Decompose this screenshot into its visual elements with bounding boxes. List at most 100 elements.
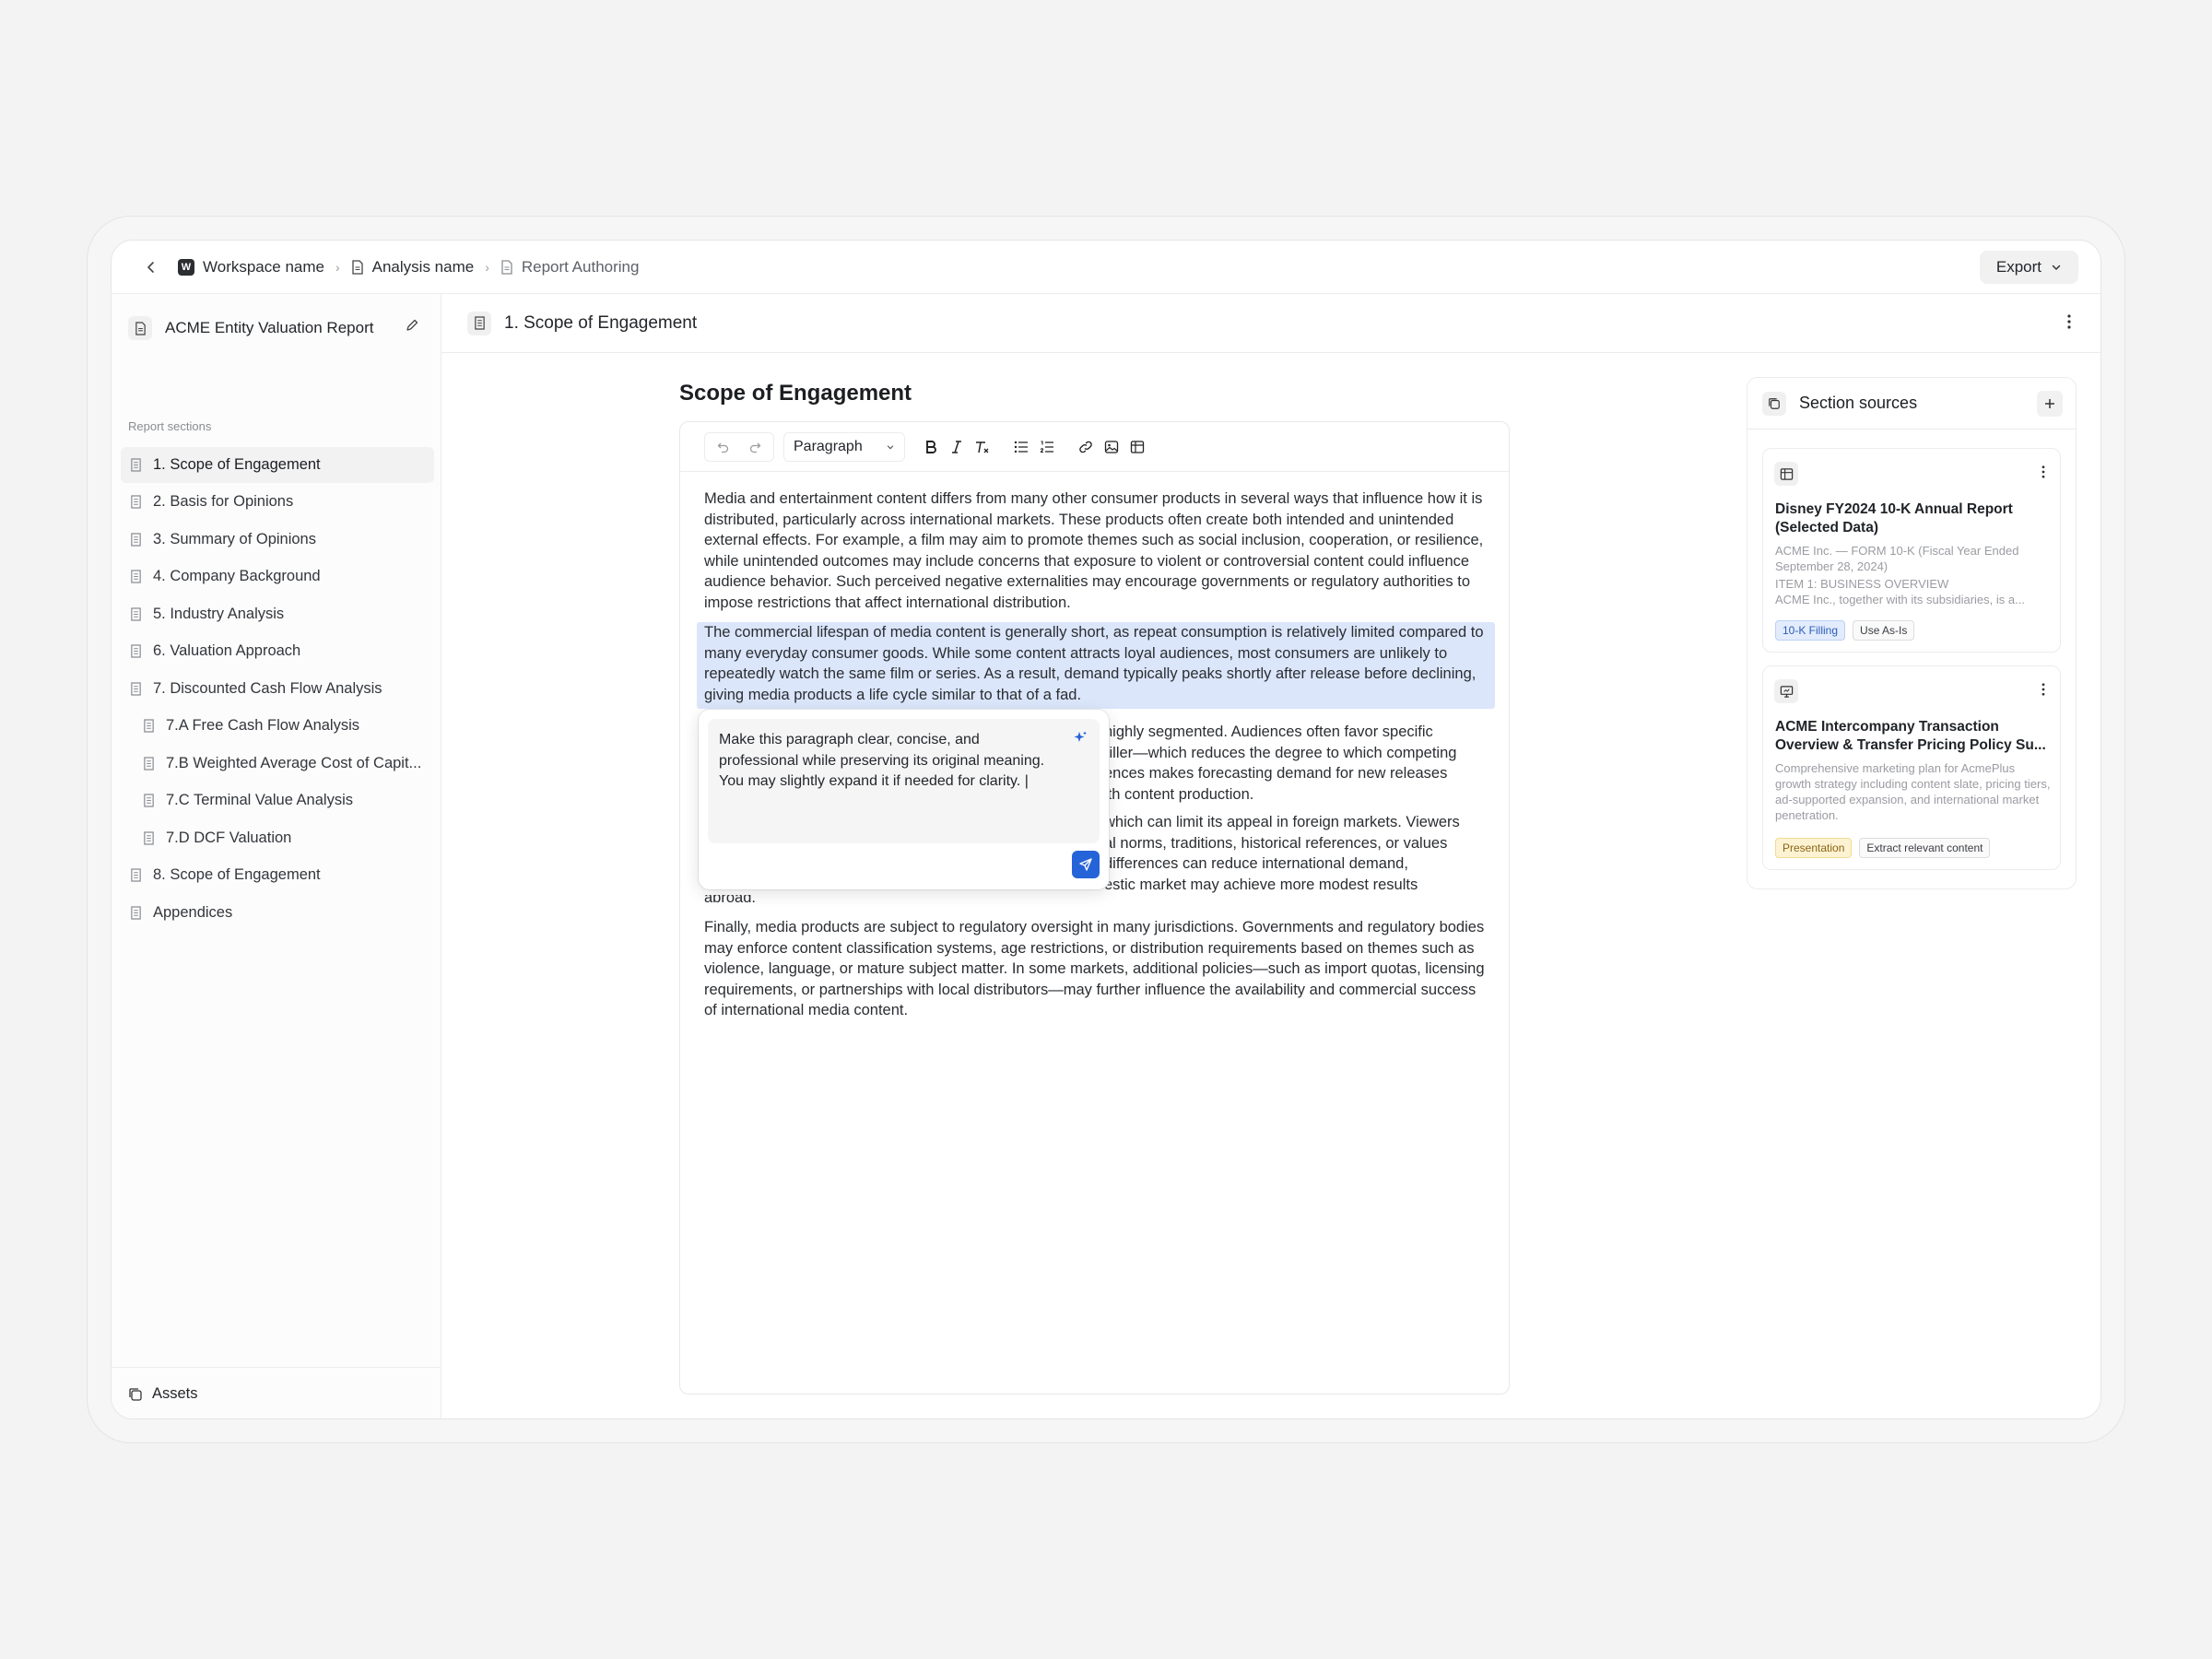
section-doc-icon xyxy=(130,533,142,547)
sidebar-item-label: 6. Valuation Approach xyxy=(153,642,301,660)
sidebar-item[interactable]: 7.A Free Cash Flow Analysis xyxy=(121,709,434,745)
sidebar-item-label: 7.C Terminal Value Analysis xyxy=(166,792,353,809)
sidebar-item[interactable]: 7.D DCF Valuation xyxy=(121,820,434,856)
sparkle-icon xyxy=(1072,730,1088,754)
sidebar-item-label: 7.A Free Cash Flow Analysis xyxy=(166,717,360,735)
paragraph-fragment: ith content production. xyxy=(1104,785,1254,803)
undo-icon xyxy=(717,442,729,453)
bold-button[interactable] xyxy=(918,434,944,460)
sidebar-item[interactable]: 6. Valuation Approach xyxy=(121,634,434,670)
app-window: W Workspace name › Analysis name › Repor… xyxy=(111,240,2101,1419)
export-button[interactable]: Export xyxy=(1979,251,2078,284)
paragraph-fragment: differences can reduce international dem… xyxy=(1104,855,1408,872)
table-icon xyxy=(1130,440,1145,453)
pencil-icon xyxy=(406,319,418,331)
chevron-down-icon xyxy=(887,444,894,449)
breadcrumb-analysis[interactable]: Analysis name xyxy=(372,258,475,276)
sidebar-item[interactable]: 3. Summary of Opinions xyxy=(121,522,434,558)
send-button[interactable] xyxy=(1072,851,1100,878)
source-tags: 10-K Filling Use As-Is xyxy=(1775,620,1915,641)
paragraph-fragment: estic market may achieve more modest res… xyxy=(1104,876,1418,893)
sidebar-item[interactable]: 2. Basis for Opinions xyxy=(121,485,434,521)
document-icon xyxy=(351,260,363,275)
undo-button[interactable] xyxy=(711,434,736,460)
sidebar-item[interactable]: 1. Scope of Engagement xyxy=(121,447,434,483)
section-sources-panel: Section sources Disney FY2024 10-K Annua… xyxy=(1747,377,2077,889)
image-icon xyxy=(1104,440,1119,453)
edit-title-button[interactable] xyxy=(405,318,419,337)
sidebar-item-label: 1. Scope of Engagement xyxy=(153,455,321,473)
sidebar-item[interactable]: 5. Industry Analysis xyxy=(121,596,434,632)
history-group xyxy=(704,431,774,462)
source-tags: Presentation Extract relevant content xyxy=(1775,838,1991,858)
table-button[interactable] xyxy=(1124,434,1150,460)
sidebar-item-label: 5. Industry Analysis xyxy=(153,605,285,622)
section-doc-icon xyxy=(130,570,142,583)
source-desc: ITEM 1: BUSINESS OVERVIEW xyxy=(1775,577,1949,591)
bold-icon xyxy=(926,440,936,453)
numbered-list-icon xyxy=(1040,440,1053,453)
italic-icon xyxy=(952,440,961,453)
section-doc-icon xyxy=(130,495,142,509)
workspace-badge-icon: W xyxy=(178,259,194,276)
clear-format-icon xyxy=(976,441,989,453)
document-icon xyxy=(501,260,512,275)
bullet-list-button[interactable] xyxy=(1008,434,1034,460)
paragraph[interactable]: Finally, media products are subject to r… xyxy=(704,917,1488,1021)
tag[interactable]: Use As-Is xyxy=(1853,620,1915,641)
add-source-button[interactable] xyxy=(2037,391,2063,417)
more-options-button[interactable] xyxy=(2067,314,2071,334)
sources-header: Section sources xyxy=(1747,378,2076,429)
sidebar-item[interactable]: 7. Discounted Cash Flow Analysis xyxy=(121,671,434,707)
report-icon xyxy=(128,316,152,340)
section-icon xyxy=(467,311,491,335)
back-button[interactable] xyxy=(139,255,163,279)
sidebar-item-label: 3. Summary of Opinions xyxy=(153,530,316,547)
ai-prompt-input[interactable]: Make this paragraph clear, concise, and … xyxy=(708,719,1100,843)
source-card[interactable]: ACME Intercompany Transaction Overview &… xyxy=(1762,665,2061,870)
sidebar-item-label: 4. Company Background xyxy=(153,568,321,585)
assets-icon xyxy=(128,1387,143,1402)
tag: Presentation xyxy=(1775,838,1853,858)
sidebar-item[interactable]: Appendices xyxy=(121,895,434,931)
selected-paragraph[interactable]: The commercial lifespan of media content… xyxy=(697,622,1495,709)
top-bar: W Workspace name › Analysis name › Repor… xyxy=(112,241,2100,294)
rich-text-editor[interactable]: Paragraph Media and entertainment conten… xyxy=(679,421,1510,1394)
sidebar-item-label: Appendices xyxy=(153,903,233,921)
redo-button[interactable] xyxy=(742,434,768,460)
card-options-button[interactable] xyxy=(2041,683,2045,700)
paragraph[interactable]: Media and entertainment content differs … xyxy=(704,488,1488,613)
ai-prompt-text: Make this paragraph clear, concise, and … xyxy=(719,732,1045,789)
sidebar-item-label: 7.B Weighted Average Cost of Capit... xyxy=(166,754,422,771)
chevron-right-icon: › xyxy=(335,260,340,275)
sidebar-item-label: 8. Scope of Engagement xyxy=(153,866,321,884)
image-button[interactable] xyxy=(1099,434,1124,460)
editor-toolbar: Paragraph xyxy=(680,422,1509,472)
tag[interactable]: Extract relevant content xyxy=(1859,838,1991,858)
sidebar-item[interactable]: 7.B Weighted Average Cost of Capit... xyxy=(121,746,434,782)
paragraph-fragment: riller—which reduces the degree to which… xyxy=(1104,744,1457,761)
sources-title: Section sources xyxy=(1799,394,1918,412)
source-card[interactable]: Disney FY2024 10-K Annual Report (Select… xyxy=(1762,448,2061,653)
presentation-icon xyxy=(1774,679,1798,703)
clear-format-button[interactable] xyxy=(970,434,995,460)
section-doc-icon xyxy=(143,719,155,733)
numbered-list-button[interactable] xyxy=(1034,434,1060,460)
link-icon xyxy=(1079,441,1092,453)
link-button[interactable] xyxy=(1073,434,1099,460)
sidebar-item[interactable]: 4. Company Background xyxy=(121,559,434,595)
paragraph-style-select[interactable]: Paragraph xyxy=(783,431,905,462)
assets-button[interactable]: Assets xyxy=(112,1367,441,1418)
assets-label: Assets xyxy=(152,1385,198,1402)
kebab-icon xyxy=(2067,314,2071,329)
bullet-list-icon xyxy=(1014,441,1028,453)
sidebar: ACME Entity Valuation Report Report sect… xyxy=(112,294,441,1418)
plus-icon xyxy=(2045,399,2054,408)
sidebar-item[interactable]: 8. Scope of Engagement xyxy=(121,858,434,894)
send-icon xyxy=(1079,858,1092,871)
card-options-button[interactable] xyxy=(2041,465,2045,483)
sidebar-item[interactable]: 7.C Terminal Value Analysis xyxy=(121,783,434,819)
breadcrumb-workspace[interactable]: Workspace name xyxy=(203,258,324,276)
italic-button[interactable] xyxy=(944,434,970,460)
breadcrumb: W Workspace name › Analysis name › Repor… xyxy=(178,241,639,294)
